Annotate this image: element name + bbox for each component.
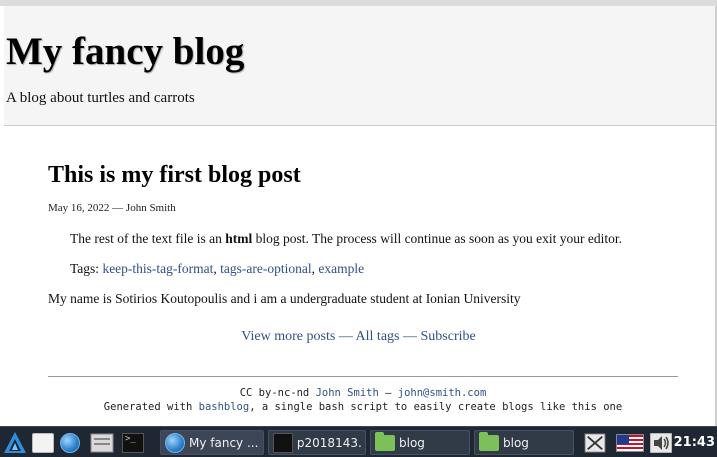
taskbar-window-terminal[interactable]: p2018143...	[268, 430, 366, 455]
taskbar-window-folder-1[interactable]: blog	[370, 430, 470, 455]
folder-icon	[375, 431, 395, 451]
keyboard-layout-button[interactable]	[616, 430, 644, 455]
footer-dash: —	[378, 387, 398, 399]
folder-icon	[479, 431, 499, 451]
post-meta: May 16, 2022 — John Smith	[48, 202, 176, 214]
network-tray-button[interactable]	[584, 430, 606, 455]
taskbar-window-folder-2[interactable]: blog	[474, 430, 574, 455]
footer-generated-prefix: Generated with	[103, 401, 199, 413]
bottom-nav: View more posts — All tags — Subscribe	[0, 329, 717, 345]
post-title[interactable]: This is my first blog post	[48, 162, 301, 188]
post-body-text-end: blog post. The process will continue as …	[252, 231, 623, 246]
footer-generated-line: Generated with bashblog, a single bash s…	[48, 400, 678, 414]
blog-title[interactable]: My fancy blog	[6, 32, 244, 71]
taskbar-window-browser[interactable]: My fancy ...	[160, 430, 264, 455]
terminal-icon	[273, 432, 293, 453]
tags-label: Tags:	[70, 261, 103, 276]
taskbar-window-label: blog	[503, 435, 529, 450]
tag-link[interactable]: example	[318, 261, 364, 276]
show-desktop-button[interactable]	[32, 430, 54, 455]
footer-generated-suffix: , a single bash script to easily create …	[249, 401, 623, 413]
volume-icon	[650, 432, 672, 453]
blog-header: My fancy blog A blog about turtles and c…	[4, 6, 715, 126]
start-menu-icon[interactable]	[2, 430, 28, 455]
blog-subtitle: A blog about turtles and carrots	[6, 90, 195, 106]
subscribe-link[interactable]: Subscribe	[421, 329, 476, 344]
all-tags-link[interactable]: All tags	[356, 329, 400, 344]
globe-icon	[165, 432, 185, 453]
footer-bashblog-link[interactable]: bashblog	[199, 401, 250, 413]
footer: CC by-nc-nd John Smith — john@smith.com …	[48, 386, 678, 414]
taskbar-window-label: My fancy ...	[189, 435, 259, 450]
taskbar-window-label: blog	[399, 435, 425, 450]
footer-author-link[interactable]: John Smith	[316, 387, 379, 399]
post-body-bold: html	[225, 231, 253, 246]
us-flag-icon	[616, 433, 644, 452]
launcher-files-button[interactable]	[90, 430, 114, 455]
terminal-icon: >_	[122, 432, 144, 453]
taskbar-window-label: p2018143...	[296, 435, 361, 450]
tag-link[interactable]: keep-this-tag-format	[102, 261, 213, 276]
post-body: The rest of the text file is an html blo…	[70, 231, 622, 247]
footer-license-line: CC by-nc-nd John Smith — john@smith.com	[48, 386, 678, 400]
volume-tray-button[interactable]	[650, 430, 672, 455]
footer-divider	[48, 376, 678, 377]
launcher-browser-button[interactable]	[60, 430, 80, 455]
nav-separator: —	[399, 329, 421, 344]
network-disconnected-icon	[584, 432, 606, 453]
launcher-terminal-button[interactable]: >_	[122, 430, 144, 455]
globe-icon	[60, 432, 80, 453]
nav-separator: —	[335, 329, 356, 344]
view-more-posts-link[interactable]: View more posts	[241, 329, 335, 344]
taskbar: >_ My fancy ... p2018143... blog blog 21…	[0, 426, 717, 457]
post-body-text-start: The rest of the text file is an	[70, 231, 226, 246]
taskbar-clock[interactable]: 21:43	[674, 430, 715, 455]
footer-license: CC by-nc-nd	[239, 387, 316, 399]
post-tags: Tags: keep-this-tag-format, tags-are-opt…	[70, 261, 364, 277]
about-text: My name is Sotirios Koutopoulis and i am…	[48, 291, 521, 306]
file-manager-icon	[90, 433, 114, 452]
tag-link[interactable]: tags-are-optional	[220, 261, 311, 276]
show-desktop-icon	[32, 432, 54, 453]
footer-email-link[interactable]: john@smith.com	[398, 387, 487, 399]
